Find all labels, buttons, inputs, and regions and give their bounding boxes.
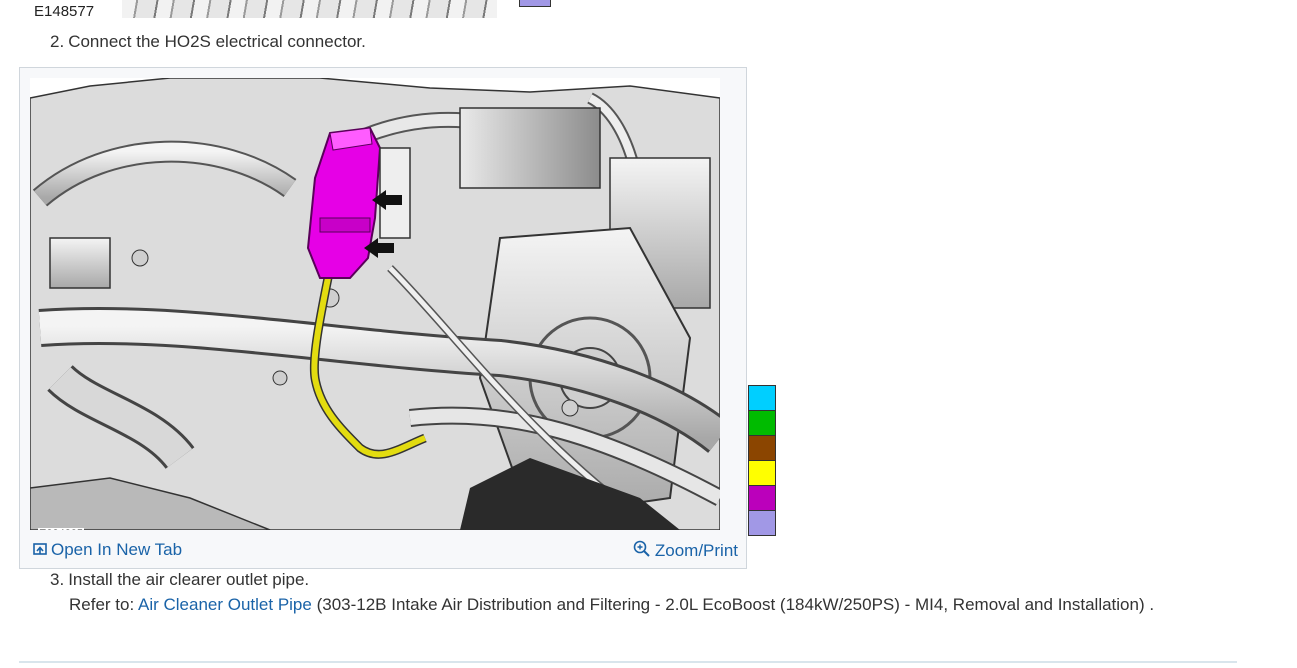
figure-panel: E234325 Open In New Tab Zoom/Print [19, 67, 747, 569]
color-swatch [748, 435, 776, 461]
color-swatch [748, 410, 776, 436]
color-swatch [748, 510, 776, 536]
step-2: 2. Connect the HO2S electrical connector. [50, 32, 366, 52]
color-legend [748, 385, 776, 536]
refer-prefix: Refer to: [69, 595, 138, 614]
step-text: Install the air clearer outlet pipe. [68, 570, 310, 589]
color-swatch [748, 485, 776, 511]
previous-figure-image [122, 0, 497, 18]
zoom-print-link[interactable]: Zoom/Print [633, 540, 738, 563]
step-text: Connect the HO2S electrical connector. [68, 32, 366, 51]
zoom-print-label: Zoom/Print [654, 540, 738, 560]
engine-illustration[interactable]: E234325 [30, 78, 720, 530]
color-swatch [748, 385, 776, 411]
air-cleaner-outlet-pipe-link[interactable]: Air Cleaner Outlet Pipe [138, 595, 312, 614]
step-3: 3. Install the air clearer outlet pipe. [50, 570, 309, 590]
open-new-tab-icon [33, 541, 47, 561]
figure-toolbar: Open In New Tab Zoom/Print [20, 538, 746, 566]
previous-figure-color-swatch [519, 0, 551, 7]
step-number: 3. [50, 570, 65, 589]
section-divider [19, 661, 1237, 663]
refer-to-line: Refer to: Air Cleaner Outlet Pipe (303-1… [69, 595, 1154, 615]
step-number: 2. [50, 32, 65, 51]
magnifier-zoom-icon [633, 540, 651, 563]
figure-id: E234325 [38, 528, 85, 530]
refer-suffix: (303-12B Intake Air Distribution and Fil… [311, 595, 1155, 614]
open-in-new-tab-link[interactable]: Open In New Tab [33, 540, 182, 561]
previous-figure-id: E148577 [34, 3, 95, 20]
open-in-new-tab-label: Open In New Tab [51, 540, 183, 559]
color-swatch [748, 460, 776, 486]
